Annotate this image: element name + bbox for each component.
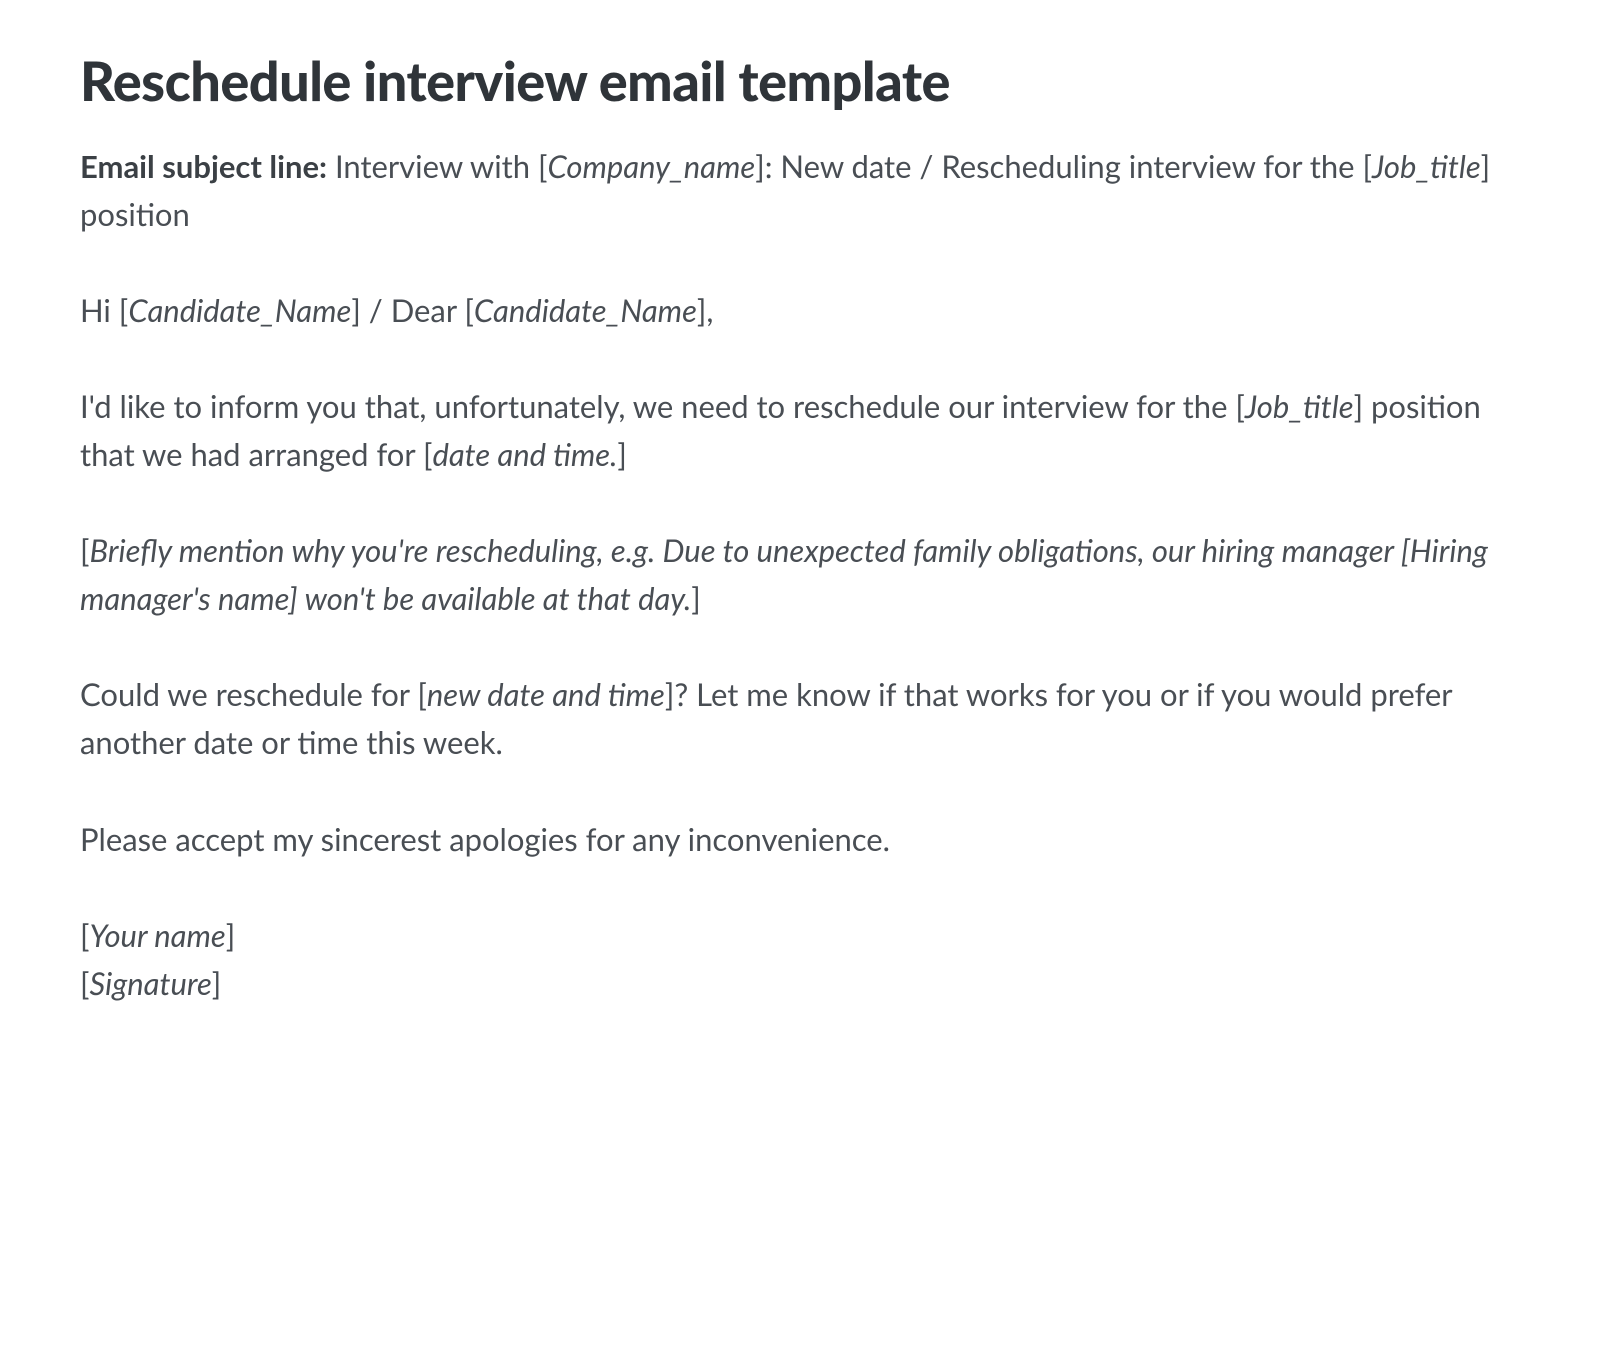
p1-text-1: I'd like to inform you that, unfortunate… xyxy=(80,387,1245,425)
greeting-text-1: Hi [ xyxy=(80,291,128,329)
placeholder-job-title: Job_title xyxy=(1372,147,1481,185)
placeholder-candidate-name: Candidate_Name xyxy=(128,291,351,329)
body-paragraph-1: I'd like to inform you that, unfortunate… xyxy=(80,382,1522,478)
placeholder-candidate-name-2: Candidate_Name xyxy=(474,291,697,329)
placeholder-company-name: Company_name xyxy=(547,147,755,185)
reason-bracket-open: [ xyxy=(80,531,90,569)
placeholder-job-title-2: Job_title xyxy=(1245,387,1354,425)
sig-bracket-close-1: ] xyxy=(226,916,236,954)
subject-label: Email subject line: xyxy=(80,147,327,185)
signature-line-your-name: [Your name] xyxy=(80,911,1522,959)
greeting-text-2: ] / Dear [ xyxy=(351,291,474,329)
p2-text-1: Could we reschedule for [ xyxy=(80,675,427,713)
subject-text-2: ]: New date / Rescheduling interview for… xyxy=(755,147,1372,185)
subject-line: Email subject line: Interview with [Comp… xyxy=(80,142,1522,238)
subject-text-1: Interview with [ xyxy=(327,147,547,185)
p1-text-3: ] xyxy=(617,435,627,473)
sig-bracket-open-1: [ xyxy=(80,916,90,954)
sig-bracket-open-2: [ xyxy=(80,964,90,1002)
sig-bracket-close-2: ] xyxy=(212,964,222,1002)
reason-bracket-close: ] xyxy=(691,579,701,617)
reschedule-reason: [Briefly mention why you're rescheduling… xyxy=(80,526,1522,622)
signature-line-signature: [Signature] xyxy=(80,959,1522,1007)
placeholder-date-time: date and time. xyxy=(432,435,617,473)
greeting-line: Hi [Candidate_Name] / Dear [Candidate_Na… xyxy=(80,286,1522,334)
page-title: Reschedule interview email template xyxy=(80,50,1522,112)
placeholder-signature: Signature xyxy=(90,964,212,1002)
placeholder-new-date-time: new date and time xyxy=(427,675,665,713)
placeholder-reason-body: Briefly mention why you're rescheduling,… xyxy=(80,531,1488,617)
greeting-text-3: ], xyxy=(697,291,714,329)
signature-block: [Your name] [Signature] xyxy=(80,911,1522,1007)
body-paragraph-2: Could we reschedule for [new date and ti… xyxy=(80,670,1522,766)
apology-line: Please accept my sincerest apologies for… xyxy=(80,815,1522,863)
placeholder-your-name: Your name xyxy=(90,916,226,954)
